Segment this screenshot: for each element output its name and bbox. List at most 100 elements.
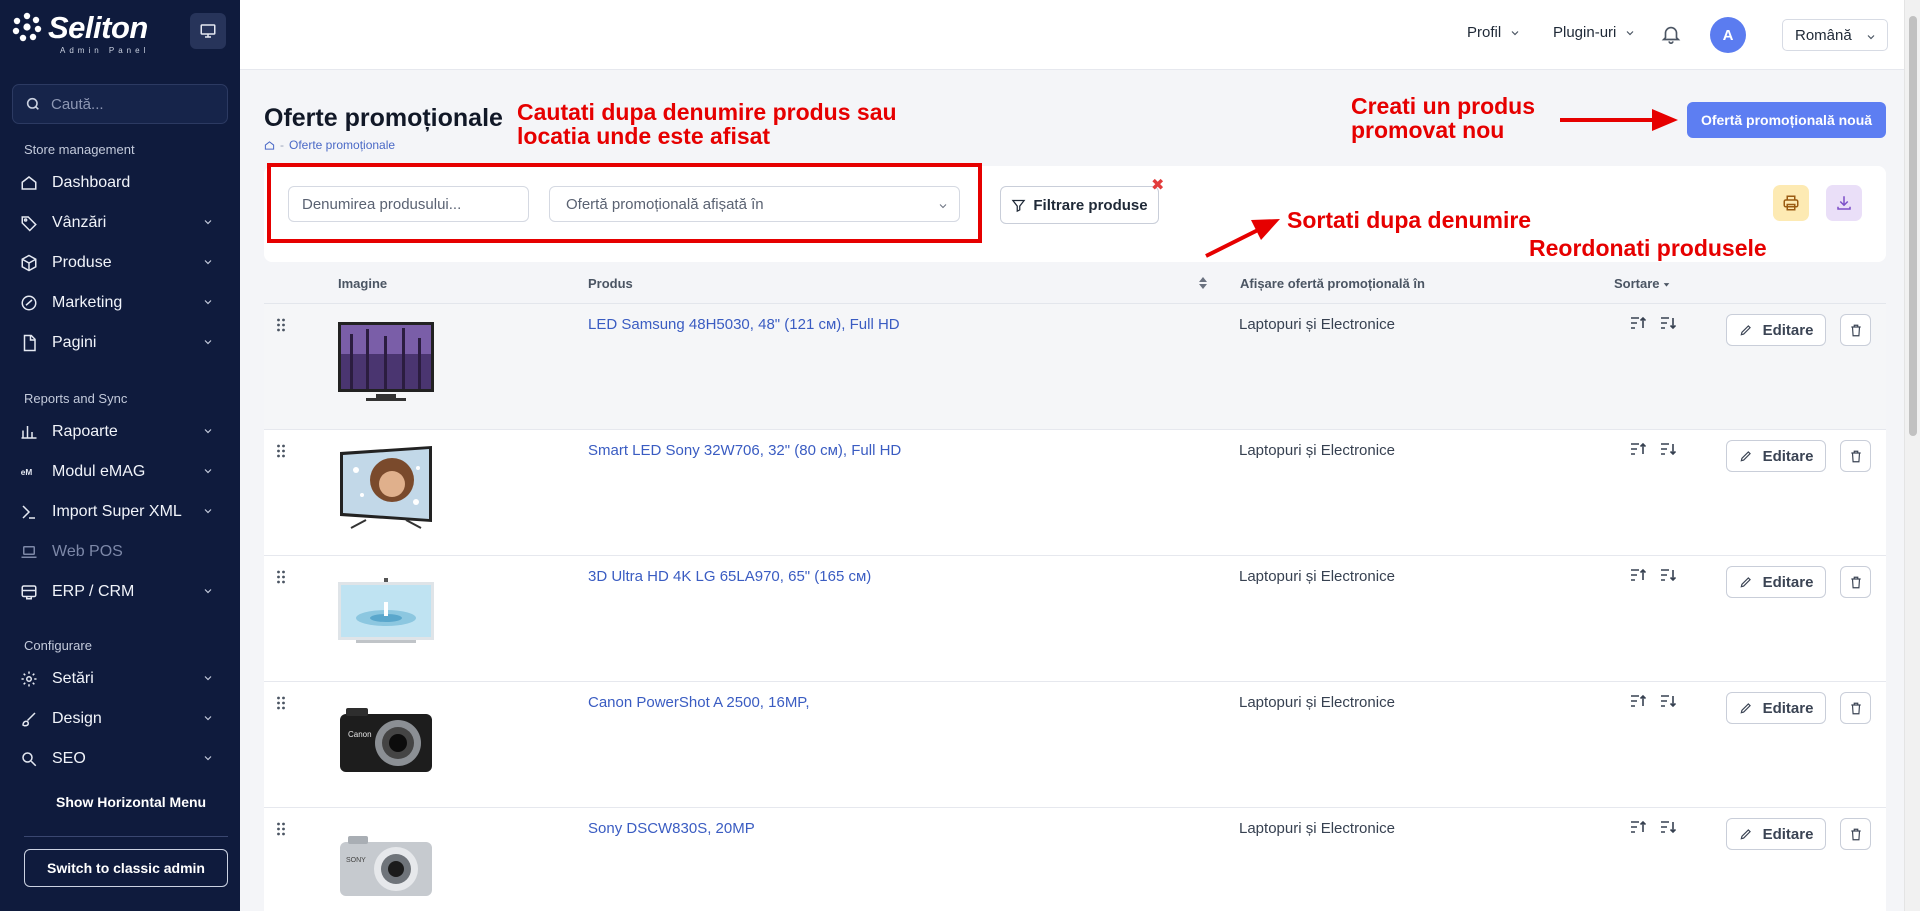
sidebar-item-vânzări[interactable]: Vânzări	[18, 205, 222, 241]
user-avatar[interactable]: A	[1710, 17, 1746, 53]
sidebar-item-marketing[interactable]: Marketing	[18, 285, 222, 321]
sidebar-item-erp-crm[interactable]: ERP / CRM	[18, 574, 222, 610]
move-up-icon[interactable]	[1630, 820, 1646, 834]
product-link[interactable]: Sony DSCW830S, 20MP	[588, 820, 755, 837]
product-thumbnail[interactable]	[336, 440, 436, 540]
new-promo-offer-button[interactable]: Ofertă promoțională nouă	[1687, 102, 1886, 138]
edit-label: Editare	[1762, 321, 1814, 339]
sidebar-item-dashboard[interactable]: Dashboard	[18, 165, 222, 201]
monitor-icon	[200, 24, 216, 38]
sidebar-item-import-super-xml[interactable]: Import Super XML	[18, 494, 222, 530]
bell-icon[interactable]	[1660, 22, 1682, 46]
sidebar-search[interactable]	[12, 84, 228, 124]
sort-toggle-icon[interactable]	[1198, 276, 1208, 290]
product-thumbnail[interactable]	[336, 566, 436, 666]
edit-button[interactable]: Editare	[1726, 692, 1826, 724]
move-down-icon[interactable]	[1660, 694, 1676, 708]
breadcrumb-current[interactable]: Oferte promoționale	[289, 138, 395, 152]
delete-button[interactable]	[1840, 566, 1871, 598]
product-thumbnail[interactable]: Canon	[336, 692, 436, 792]
chevron-down-icon	[204, 589, 212, 594]
plugins-menu[interactable]: Plugin-uri	[1553, 24, 1636, 41]
download-button[interactable]	[1826, 185, 1862, 221]
product-thumbnail[interactable]	[336, 314, 436, 414]
switch-classic-admin-button[interactable]: Switch to classic admin	[24, 849, 228, 887]
chevron-down-icon	[204, 716, 212, 721]
move-up-icon[interactable]	[1630, 694, 1646, 708]
edit-label: Editare	[1762, 699, 1814, 717]
sidebar-item-pagini[interactable]: Pagini	[18, 325, 222, 361]
product-link[interactable]: Smart LED Sony 32W706, 32" (80 см), Full…	[588, 442, 901, 459]
page-scrollbar[interactable]	[1904, 0, 1920, 911]
drag-handle-icon[interactable]	[276, 444, 286, 458]
delete-button[interactable]	[1840, 440, 1871, 472]
print-button[interactable]	[1773, 185, 1809, 221]
move-down-icon[interactable]	[1660, 568, 1676, 582]
move-up-icon[interactable]	[1630, 442, 1646, 456]
col-sort[interactable]: Sortare	[1614, 276, 1670, 291]
product-link[interactable]: Canon PowerShot A 2500, 16MP,	[588, 694, 810, 711]
sidebar-item-modul-emag[interactable]: eM Modul eMAG	[18, 454, 222, 490]
sidebar-item-label: Produse	[52, 254, 112, 271]
move-up-icon[interactable]	[1630, 316, 1646, 330]
screen-toggle-button[interactable]	[190, 13, 226, 49]
move-down-icon[interactable]	[1660, 442, 1676, 456]
edit-button[interactable]: Editare	[1726, 314, 1826, 346]
home-icon[interactable]	[264, 140, 275, 151]
filter-products-button[interactable]: Filtrare produse	[1000, 186, 1159, 224]
product-link[interactable]: LED Samsung 48H5030, 48" (121 см), Full …	[588, 316, 900, 333]
product-link[interactable]: 3D Ultra HD 4K LG 65LA970, 65" (165 см)	[588, 568, 871, 585]
edit-button[interactable]: Editare	[1726, 566, 1826, 598]
annotation-create-hint: Creati un produs promovat nou	[1351, 94, 1535, 142]
pencil-icon	[1740, 451, 1751, 462]
clear-filters-icon[interactable]: ✖	[1151, 178, 1164, 194]
product-thumbnail[interactable]: SONY	[336, 818, 436, 911]
drag-handle-icon[interactable]	[276, 570, 286, 584]
table-row: Canon Canon PowerShot A 2500, 16MP, Laptop…	[264, 682, 1886, 808]
drag-handle-icon[interactable]	[276, 318, 286, 332]
move-down-icon[interactable]	[1660, 820, 1676, 834]
drag-handle-icon[interactable]	[276, 696, 286, 710]
delete-button[interactable]	[1840, 314, 1871, 346]
annotation-search-hint: Cautati dupa denumire produs sau locatia…	[517, 100, 897, 148]
seo-icon	[18, 748, 40, 770]
scrollbar-thumb[interactable]	[1909, 16, 1917, 436]
funnel-icon	[1011, 199, 1026, 212]
home-icon	[18, 172, 40, 194]
col-image: Imagine	[338, 276, 388, 291]
section-configurare: Configurare	[24, 638, 92, 653]
edit-button[interactable]: Editare	[1726, 818, 1826, 850]
drag-handle-icon[interactable]	[276, 822, 286, 836]
sidebar-item-setări[interactable]: Setări	[18, 661, 222, 697]
col-sort-label: Sortare	[1614, 276, 1660, 291]
move-down-icon[interactable]	[1660, 316, 1676, 330]
chevron-down-icon	[204, 260, 212, 265]
sidebar-item-produse[interactable]: Produse	[18, 245, 222, 281]
sidebar-search-input[interactable]	[51, 95, 211, 113]
chevron-down-icon	[204, 676, 212, 681]
edit-button[interactable]: Editare	[1726, 440, 1826, 472]
brand-name: Seliton	[48, 10, 148, 45]
chevron-down-icon	[1867, 35, 1875, 40]
col-product[interactable]: Produs	[588, 276, 633, 291]
delete-button[interactable]	[1840, 818, 1871, 850]
sidebar-item-label: Marketing	[52, 294, 123, 311]
topbar: Profil Plugin-uri A Română	[240, 0, 1904, 70]
sidebar-item-design[interactable]: Design	[18, 701, 222, 737]
sidebar-item-rapoarte[interactable]: Rapoarte	[18, 414, 222, 450]
chevron-down-icon	[204, 340, 212, 345]
profile-menu[interactable]: Profil	[1467, 24, 1521, 41]
sidebar-item-seo[interactable]: SEO	[18, 741, 222, 777]
trash-icon	[1850, 828, 1861, 840]
sidebar-item-label: SEO	[52, 750, 86, 767]
brand-logo[interactable]: Seliton Admin Panel	[12, 10, 162, 55]
show-horizontal-menu-link[interactable]: Show Horizontal Menu	[56, 794, 206, 810]
sidebar-item-web-pos[interactable]: Web POS	[18, 534, 222, 570]
brush-icon	[18, 708, 40, 730]
language-select[interactable]: Română	[1782, 19, 1888, 51]
sidebar-divider	[24, 836, 228, 837]
chevron-down-icon	[204, 429, 212, 434]
move-up-icon[interactable]	[1630, 568, 1646, 582]
table-row: LED Samsung 48H5030, 48" (121 см), Full …	[264, 304, 1886, 430]
delete-button[interactable]	[1840, 692, 1871, 724]
